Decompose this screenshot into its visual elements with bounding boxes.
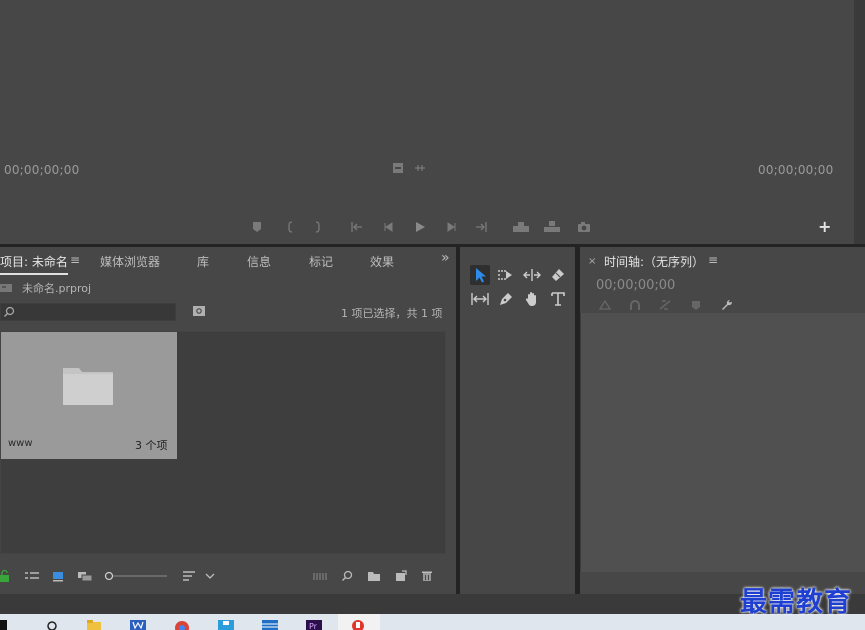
chevron-down-icon[interactable] bbox=[205, 569, 215, 583]
project-file-name: 未命名.prproj bbox=[22, 282, 92, 295]
monitor-scrollbar[interactable] bbox=[854, 0, 865, 244]
step-forward-icon[interactable] bbox=[444, 220, 458, 234]
pen-tool[interactable] bbox=[496, 289, 516, 309]
lock-icon[interactable] bbox=[0, 569, 10, 583]
tab-menu-icon[interactable]: ≡ bbox=[70, 253, 80, 267]
fit-icon[interactable] bbox=[392, 162, 404, 174]
project-panel: 项目: 未命名 ≡ 媒体浏览器 库 信息 标记 效果 » 未命名.prproj … bbox=[0, 247, 456, 594]
icon-view-icon[interactable] bbox=[52, 569, 64, 583]
tab-libraries[interactable]: 库 bbox=[197, 253, 209, 270]
chrome-icon[interactable] bbox=[174, 618, 190, 630]
tab-project[interactable]: 项目: 未命名 bbox=[0, 253, 68, 275]
mark-out-icon[interactable] bbox=[311, 220, 325, 234]
go-to-in-icon[interactable] bbox=[350, 220, 364, 234]
project-bottom-toolbar bbox=[0, 569, 456, 587]
razor-icon bbox=[552, 269, 564, 281]
taskbar-search-icon[interactable] bbox=[44, 618, 60, 630]
razor-tool[interactable] bbox=[548, 265, 568, 285]
active-app-highlight[interactable] bbox=[338, 614, 380, 630]
tab-info[interactable]: 信息 bbox=[247, 253, 271, 270]
timeline-timecode[interactable]: 00;00;00;00 bbox=[596, 278, 675, 293]
sort-icons-icon[interactable] bbox=[182, 569, 196, 583]
extract-icon[interactable] bbox=[543, 220, 561, 234]
svg-text:Pr: Pr bbox=[309, 622, 318, 630]
list-view-icon[interactable] bbox=[24, 569, 40, 583]
go-to-out-icon[interactable] bbox=[474, 220, 488, 234]
slip-icon bbox=[471, 293, 489, 305]
freeform-view-icon[interactable] bbox=[77, 569, 93, 583]
automate-to-sequence-icon[interactable] bbox=[313, 569, 327, 583]
ripple-edit-icon bbox=[523, 269, 541, 281]
new-bin-icon[interactable] bbox=[367, 569, 381, 583]
add-marker-icon[interactable] bbox=[250, 220, 264, 234]
track-select-icon bbox=[498, 270, 512, 280]
close-icon[interactable]: × bbox=[588, 256, 596, 267]
bin-thumbnail[interactable]: www 3 个项 bbox=[1, 332, 177, 459]
app-icon-stripes[interactable] bbox=[262, 618, 278, 630]
snap-icon[interactable] bbox=[628, 299, 642, 311]
tab-overflow-icon[interactable]: » bbox=[441, 250, 450, 266]
app-icon-blue[interactable] bbox=[218, 618, 234, 630]
track-select-tool[interactable] bbox=[496, 265, 516, 285]
status-bar bbox=[0, 594, 865, 614]
tab-markers[interactable]: 标记 bbox=[309, 253, 333, 270]
timeline-tab-title[interactable]: 时间轴:（无序列） bbox=[604, 253, 704, 270]
playback-resolution-icon[interactable] bbox=[414, 162, 426, 174]
project-file-icon bbox=[0, 284, 12, 292]
project-items-grid[interactable]: www 3 个项 bbox=[0, 331, 446, 554]
transport-controls bbox=[0, 220, 600, 234]
selection-arrow-icon bbox=[476, 268, 486, 283]
button-editor-button[interactable]: + bbox=[818, 219, 831, 235]
tab-effects[interactable]: 效果 bbox=[370, 253, 394, 270]
export-frame-icon[interactable] bbox=[577, 220, 591, 234]
new-search-bin-icon[interactable] bbox=[192, 305, 206, 317]
hand-icon bbox=[525, 292, 536, 306]
wrench-icon[interactable] bbox=[720, 299, 734, 313]
folder-icon bbox=[63, 368, 113, 405]
ripple-edit-tool[interactable] bbox=[522, 265, 542, 285]
timeline-panel: × 时间轴:（无序列） ≡ 00;00;00;00 bbox=[580, 247, 865, 594]
bin-item-count: 3 个项 bbox=[135, 439, 168, 452]
timecode-out[interactable]: 00;00;00;00 bbox=[758, 163, 833, 177]
project-file-row: 未命名.prproj bbox=[0, 281, 91, 295]
windows-start-icon[interactable] bbox=[0, 618, 16, 630]
step-back-icon[interactable] bbox=[382, 220, 396, 234]
selection-status: 1 项已选择，共 1 项 bbox=[341, 307, 443, 320]
project-tab-bar: 项目: 未命名 ≡ 媒体浏览器 库 信息 标记 效果 » bbox=[0, 247, 456, 275]
selection-tool[interactable] bbox=[470, 265, 490, 285]
slip-tool[interactable] bbox=[470, 289, 490, 309]
windows-taskbar: Pr bbox=[0, 614, 865, 630]
file-explorer-icon[interactable] bbox=[86, 618, 102, 630]
mark-in-icon[interactable] bbox=[283, 220, 297, 234]
add-marker-icon[interactable] bbox=[690, 299, 702, 311]
find-icon[interactable] bbox=[341, 569, 353, 583]
nest-icon[interactable] bbox=[598, 299, 612, 311]
play-icon[interactable] bbox=[413, 220, 427, 234]
search-input[interactable] bbox=[0, 303, 176, 321]
program-monitor: 00;00;00;00 00;00;00;00 + bbox=[0, 0, 854, 244]
bin-name: www bbox=[8, 438, 33, 449]
trash-icon[interactable] bbox=[421, 569, 433, 583]
type-icon bbox=[551, 292, 565, 306]
type-tool[interactable] bbox=[548, 289, 568, 309]
linked-selection-icon[interactable] bbox=[658, 299, 672, 311]
tab-media-browser[interactable]: 媒体浏览器 bbox=[100, 253, 160, 270]
word-icon[interactable] bbox=[130, 618, 146, 630]
lift-icon[interactable] bbox=[512, 220, 530, 234]
zoom-slider[interactable] bbox=[104, 569, 168, 583]
new-item-icon[interactable] bbox=[395, 569, 407, 583]
premiere-pro-icon[interactable]: Pr bbox=[306, 618, 322, 630]
pen-icon bbox=[500, 293, 512, 305]
search-icon bbox=[4, 306, 15, 317]
watermark-logo: 最需教育 bbox=[740, 587, 852, 618]
timecode-in[interactable]: 00;00;00;00 bbox=[4, 163, 79, 177]
tools-panel bbox=[460, 247, 575, 594]
timeline-menu-icon[interactable]: ≡ bbox=[708, 253, 718, 267]
hand-tool[interactable] bbox=[522, 289, 542, 309]
app-icon-red bbox=[352, 620, 364, 630]
timeline-track-area[interactable] bbox=[580, 313, 865, 572]
